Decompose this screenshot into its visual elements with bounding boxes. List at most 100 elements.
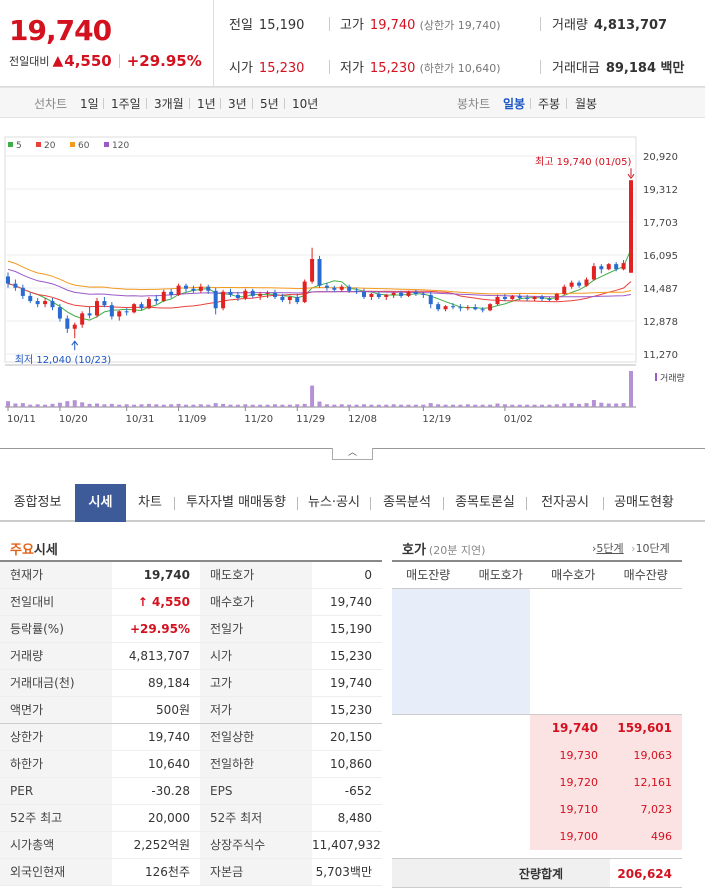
volume-bar	[273, 404, 277, 407]
volume-bar	[206, 404, 211, 407]
period-1y[interactable]: 1년	[197, 95, 216, 112]
candle-body	[480, 309, 485, 311]
bid-row[interactable]: 19,700 496	[392, 823, 682, 850]
period-10y[interactable]: 10년	[292, 95, 318, 112]
volume-bar	[406, 404, 411, 407]
volume-bar	[302, 403, 307, 407]
price-chart[interactable]: 20,920 19,312 17,703 16,095 14,487 12,878 11,2…	[0, 119, 705, 449]
period-1w[interactable]: 1주일	[111, 95, 141, 112]
candle-daily[interactable]: 일봉	[503, 95, 525, 112]
bid-row[interactable]: 19,730 19,063	[392, 742, 682, 769]
row-label: 액면가	[0, 697, 112, 723]
candle-monthly[interactable]: 월봉	[575, 95, 597, 112]
chevron-up-icon[interactable]: ︿	[332, 448, 373, 460]
row-value: 5,703백만	[315, 865, 372, 879]
candle-body	[124, 311, 129, 313]
candle-body	[243, 290, 248, 298]
bid-empty	[392, 715, 530, 742]
bid-empty	[392, 769, 530, 796]
volume-bar	[399, 404, 404, 407]
volume-bar	[465, 404, 470, 407]
tab-investor-trends[interactable]: 투자자별 매매동향	[175, 484, 297, 522]
volume-bar	[362, 404, 366, 407]
row-value: 15,230	[330, 649, 372, 663]
candle-body	[6, 276, 10, 284]
table-row: 거래대금(천) 89,184 고가 19,740	[0, 670, 382, 697]
row-label: 거래량	[0, 643, 112, 669]
candle-body	[547, 299, 552, 301]
candle-body	[191, 288, 196, 291]
candle-body	[629, 180, 633, 273]
candle-body	[139, 304, 144, 309]
bid-empty	[392, 823, 530, 850]
candle-weekly[interactable]: 주봉	[538, 95, 560, 112]
candle-body	[406, 291, 411, 296]
candle-body	[317, 259, 322, 286]
total-blank	[392, 859, 472, 887]
volume-bar	[50, 403, 55, 407]
row-label: 시가	[200, 643, 312, 669]
candle-body	[154, 299, 159, 302]
order-book-header: 매도잔량 매도호가 매수호가 매수잔량	[392, 562, 682, 589]
volume-bar	[376, 404, 381, 407]
step-5-link[interactable]: 5단계	[596, 542, 623, 555]
volume-bar	[443, 404, 448, 407]
candle-body	[458, 307, 463, 309]
tab-overview[interactable]: 종합정보	[0, 484, 75, 522]
y-tick-label: 16,095	[643, 251, 678, 262]
volume-bar	[250, 404, 255, 407]
change-summary: 전일대비 ▲ 4,550 +29.95%	[9, 52, 202, 70]
tab-disclosure[interactable]: 전자공시	[527, 484, 603, 522]
candle-body	[206, 286, 211, 291]
candle-body	[13, 283, 18, 288]
row-label: 매도호가	[200, 562, 312, 588]
bid-row[interactable]: 19,710 7,023	[392, 796, 682, 823]
row-label: 저가	[200, 697, 312, 723]
bid-row[interactable]: 19,740 159,601	[392, 715, 682, 742]
row-value: 15,230	[330, 703, 372, 717]
tab-quotes[interactable]: 시세	[75, 484, 126, 522]
tab-analysis[interactable]: 종목분석	[371, 484, 443, 522]
row-value: 2,252억원	[133, 838, 190, 852]
volume-bar	[606, 403, 611, 407]
row-value: 500원	[156, 703, 190, 717]
volume-bar	[235, 404, 240, 407]
candle-body	[525, 297, 530, 300]
volume-bar	[339, 404, 344, 407]
candle-body	[176, 285, 181, 295]
row-label: 외국인현재	[0, 859, 112, 885]
period-5y[interactable]: 5년	[260, 95, 279, 112]
candle-body	[117, 311, 122, 317]
bid-price: 19,710	[530, 796, 606, 823]
volume-bar	[265, 404, 270, 407]
period-1d[interactable]: 1일	[80, 95, 99, 112]
candle-body	[517, 295, 522, 298]
tab-news[interactable]: 뉴스·공시	[298, 484, 370, 522]
row-label: 매수호가	[200, 589, 312, 615]
bid-row[interactable]: 19,720 12,161	[392, 769, 682, 796]
period-3y[interactable]: 3년	[228, 95, 247, 112]
table-row: 상한가 19,740 전일상한 20,150	[0, 724, 382, 751]
tab-chart[interactable]: 차트	[126, 484, 174, 522]
row-label: 시가총액	[0, 832, 112, 858]
candle-body	[72, 324, 77, 329]
volume-bar	[451, 404, 455, 407]
period-3m[interactable]: 3개월	[154, 95, 184, 112]
tab-discussion[interactable]: 종목토론실	[444, 484, 526, 522]
x-tick-label: 11/29	[296, 414, 325, 425]
candle-body	[354, 290, 359, 292]
header-bid-qty: 매수잔량	[623, 568, 668, 582]
legend-swatch	[70, 142, 75, 147]
row-value: 4,813,707	[128, 649, 190, 663]
volume-bar	[287, 404, 292, 407]
order-book-title: 호가 (20분 지연)	[402, 539, 485, 558]
bid-section: 19,740 159,601 19,730 19,063 19,720 12,161 19,…	[392, 715, 682, 850]
tab-short-selling[interactable]: 공매도현황	[604, 484, 684, 522]
candle-body	[198, 286, 203, 291]
candle-body	[451, 306, 455, 308]
step-10-link[interactable]: 10단계	[636, 542, 670, 555]
candle-body	[584, 279, 589, 286]
candle-body	[384, 294, 389, 297]
candle-body	[250, 290, 255, 296]
volume-bar	[258, 404, 263, 407]
